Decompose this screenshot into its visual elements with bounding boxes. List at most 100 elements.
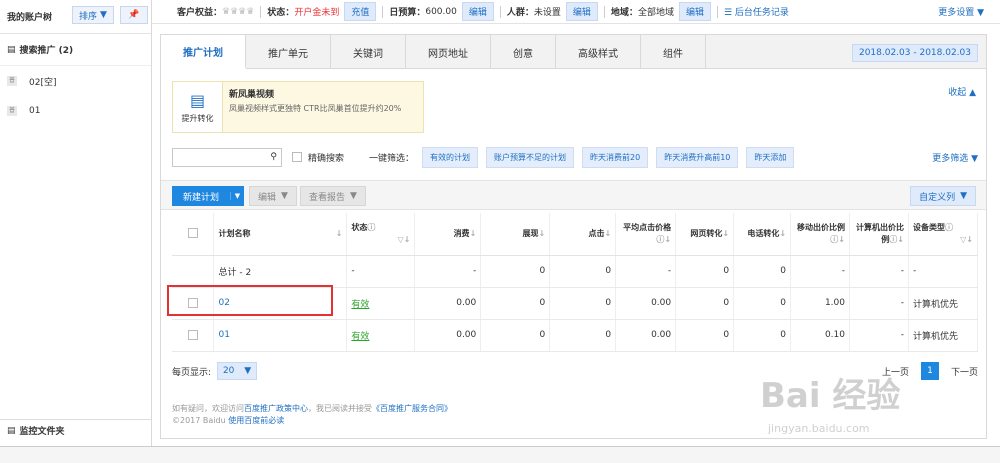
tab-campaigns[interactable]: 推广计划 xyxy=(161,35,246,69)
rights-icons: ♛♛♛♛ xyxy=(222,6,255,17)
sort-button[interactable]: 排序 ▼ xyxy=(72,6,114,24)
cell-cost: 0.00 xyxy=(414,319,482,352)
tab-ad-groups[interactable]: 推广单元 xyxy=(246,35,331,69)
total-device-type: - xyxy=(908,255,979,288)
cell-avg-cpc: 0.00 xyxy=(615,287,677,320)
bottom-taskbar xyxy=(0,446,1000,463)
caret-down-icon: ▼ xyxy=(244,366,252,376)
page-footer: 如有疑问，欢迎访问百度推广政策中心，我已阅读并接受《百度推广服务合同》 ©201… xyxy=(172,404,452,425)
filter-row: ⚲ 精确搜索 一键筛选： 有效的计划 账户预算不足的计划 昨天消费前20 昨天消… xyxy=(172,146,978,168)
caret-down-icon[interactable]: ▼ xyxy=(230,192,244,200)
new-plan-button[interactable]: 新建计划 ▼ xyxy=(172,186,244,206)
monitor-folder[interactable]: ▤ 监控文件夹 xyxy=(0,419,152,441)
tab-creatives[interactable]: 创意 xyxy=(491,35,556,69)
col-plan-name[interactable]: 计划名称 ↓ xyxy=(213,213,348,256)
sort-icon[interactable]: ↓ xyxy=(779,229,786,238)
total-label: 总计 - 2 xyxy=(213,255,348,288)
col-mobile-bid-ratio[interactable]: 移动出价比例ⓘ↓ xyxy=(790,213,850,256)
col-web-conversions[interactable]: 网页转化↓ xyxy=(675,213,735,256)
tree-root-search-promo[interactable]: ▤ 搜索推广 (2) xyxy=(0,34,151,66)
task-log-link[interactable]: ☰ 后台任务记录 xyxy=(724,5,789,18)
caret-down-icon: ▼ xyxy=(960,191,967,201)
col-phone-conversions[interactable]: 电话转化↓ xyxy=(733,213,792,256)
edit-crowd-button[interactable]: 编辑 xyxy=(565,2,598,21)
promo-description: 凤巢视频样式更独特 CTR比凤巢首位提升约20% xyxy=(229,104,402,113)
col-cost[interactable]: 消费↓ xyxy=(414,213,482,256)
crowd-value: 未设置 xyxy=(533,8,561,18)
sort-icon[interactable]: ↓ xyxy=(838,235,845,244)
select-all-checkbox[interactable] xyxy=(187,228,198,239)
promo-banner[interactable]: ▤ 提升转化 新凤巢视频 凤巢视频样式更独特 CTR比凤巢首位提升约20% xyxy=(172,81,424,133)
tree-root-label: 搜索推广 (2) xyxy=(19,46,74,56)
tab-advanced-styles[interactable]: 高级样式 xyxy=(556,35,641,69)
status-link[interactable]: 有效 xyxy=(351,300,369,310)
table-toolbar: 新建计划 ▼ 编辑 ▼ 查看报告 ▼ 自定义列 ▼ xyxy=(161,180,986,210)
col-status[interactable]: 状态ⓘ ▽↓ xyxy=(346,213,416,256)
filter-sort-icon[interactable]: ▽↓ xyxy=(960,234,973,246)
cell-mobile-bid-ratio[interactable]: 1.00 xyxy=(790,287,850,320)
promo-icon-label: 提升转化 xyxy=(181,113,214,123)
search-icon[interactable]: ⚲ xyxy=(270,152,277,162)
sort-icon[interactable]: ↓ xyxy=(539,229,546,238)
caret-down-icon: ▼ xyxy=(100,10,107,20)
help-icon[interactable]: ⓘ xyxy=(945,223,953,232)
caret-down-icon: ▼ xyxy=(971,153,978,164)
col-avg-cpc[interactable]: 平均点击价格ⓘ↓ xyxy=(615,213,677,256)
quick-filter-added[interactable]: 昨天添加 xyxy=(746,146,795,168)
sort-icon[interactable]: ↓ xyxy=(897,235,904,244)
cell-pc-bid-ratio: - xyxy=(849,319,909,352)
tab-components[interactable]: 组件 xyxy=(641,35,706,69)
tab-keywords[interactable]: 关键词 xyxy=(331,35,406,69)
collapse-link[interactable]: 收起 ▲ xyxy=(948,85,976,98)
date-range-picker[interactable]: 2018.02.03 - 2018.02.03 xyxy=(851,44,978,62)
edit-dropdown[interactable]: 编辑 ▼ xyxy=(249,186,297,206)
policy-center-link[interactable]: 百度推广政策中心 xyxy=(244,404,308,413)
status-link[interactable]: 有效 xyxy=(351,332,369,342)
cell-impressions: 0 xyxy=(480,287,551,320)
edit-region-button[interactable]: 编辑 xyxy=(678,2,711,21)
view-report-dropdown[interactable]: 查看报告 ▼ xyxy=(300,186,366,206)
cell-mobile-bid-ratio[interactable]: 0.10 xyxy=(790,319,850,352)
custom-columns-dropdown[interactable]: 自定义列 ▼ xyxy=(910,186,976,206)
quick-filter-budget-short[interactable]: 账户预算不足的计划 xyxy=(486,146,575,168)
col-impressions[interactable]: 展现↓ xyxy=(480,213,551,256)
sort-icon[interactable]: ↓ xyxy=(336,228,343,240)
promo-title: 新凤巢视频 xyxy=(229,90,275,100)
total-phone-conversions: 0 xyxy=(733,255,792,288)
region-label: 地域： xyxy=(610,8,638,18)
table-header-row: 计划名称 ↓ 状态ⓘ ▽↓ 消费↓ 展现↓ 点击↓ 平均点击价格ⓘ↓ 网页转化↓ 电… xyxy=(172,213,979,256)
must-read-link[interactable]: 使用百度前必读 xyxy=(228,416,284,425)
account-tree-sidebar: 我的账户树 排序 ▼ 📌 ▤ 搜索推广 (2) 普 02[空] 普 01 ▤ 监… xyxy=(0,0,152,463)
col-pc-bid-ratio[interactable]: 计算机出价比例ⓘ↓ xyxy=(849,213,909,256)
recharge-button[interactable]: 充值 xyxy=(344,2,377,21)
exact-search-checkbox[interactable] xyxy=(292,152,302,162)
edit-budget-button[interactable]: 编辑 xyxy=(461,2,494,21)
quick-filter-top20[interactable]: 昨天消费前20 xyxy=(582,146,649,168)
search-input[interactable]: ⚲ xyxy=(172,147,282,167)
tree-item-02[interactable]: 普 02[空] xyxy=(0,66,151,96)
current-page[interactable]: 1 xyxy=(920,362,939,380)
pin-button[interactable]: 📌 xyxy=(120,6,148,24)
help-icon[interactable]: ⓘ xyxy=(367,223,375,232)
next-page-button[interactable]: 下一页 xyxy=(951,365,978,378)
sort-label: 排序 xyxy=(79,11,98,22)
tree-item-01[interactable]: 普 01 xyxy=(0,96,151,126)
more-filters-link[interactable]: 更多筛选 ▼ xyxy=(932,151,978,164)
col-clicks[interactable]: 点击↓ xyxy=(549,213,617,256)
quick-filter-rise10[interactable]: 昨天消费升高前10 xyxy=(656,146,739,168)
sort-icon[interactable]: ↓ xyxy=(604,229,611,238)
sort-icon[interactable]: ↓ xyxy=(722,229,729,238)
col-device-type[interactable]: 设备类型ⓘ ▽↓ xyxy=(908,213,979,256)
tab-urls[interactable]: 网页地址 xyxy=(406,35,491,69)
sort-icon[interactable]: ↓ xyxy=(470,229,477,238)
per-page-select[interactable]: 20 ▼ xyxy=(217,362,258,380)
plan-name-link[interactable]: 01 xyxy=(218,330,229,340)
row-checkbox[interactable] xyxy=(187,329,198,340)
service-contract-link[interactable]: 《百度推广服务合同》 xyxy=(372,404,452,413)
sort-icon[interactable]: ↓ xyxy=(664,235,671,244)
total-web-conversions: 0 xyxy=(675,255,735,288)
quick-filter-valid[interactable]: 有效的计划 xyxy=(422,146,479,168)
filter-sort-icon[interactable]: ▽↓ xyxy=(397,234,410,246)
region-value: 全部地域 xyxy=(637,8,674,18)
more-settings-link[interactable]: 更多设置 ▼ xyxy=(938,5,984,18)
